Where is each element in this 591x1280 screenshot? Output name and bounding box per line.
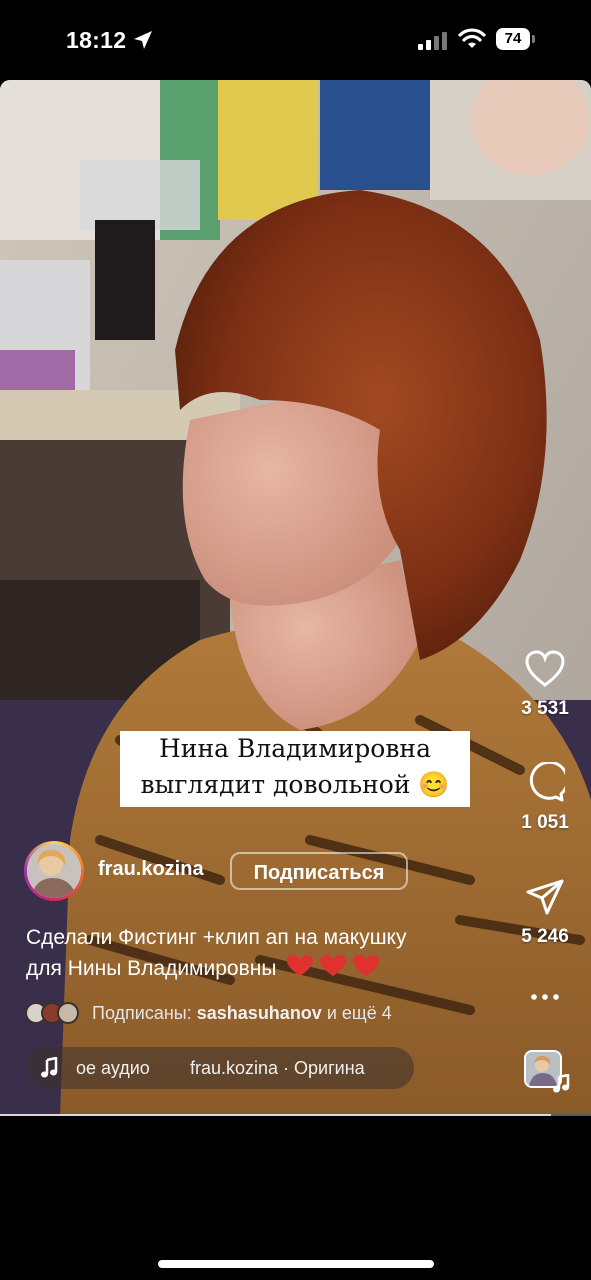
cellular-signal-icon [418, 32, 447, 50]
share-count: 5 246 [521, 926, 569, 947]
avatar-image [27, 844, 81, 898]
battery-cap [532, 35, 535, 43]
battery-icon: 74 [496, 28, 535, 52]
sticker-line-1: Нина Владимировна [159, 734, 431, 763]
caption-line-2-row: для Нины Владимировны [26, 953, 496, 987]
comment-count: 1 051 [521, 812, 569, 833]
followed-by-row[interactable]: Подписаны: sashasuhanov и ещё 4 [26, 1000, 496, 1026]
status-time: 18:12 [66, 27, 127, 53]
video-text-sticker: Нина Владимировна выглядит довольной 😊 [120, 731, 470, 807]
followed-by-user[interactable]: sashasuhanov [197, 1003, 322, 1023]
author-avatar[interactable] [24, 841, 84, 901]
caption-line-1: Сделали Фистинг +клип ап на макушку [26, 926, 407, 949]
audio-pill[interactable]: ое аудио frau.kozina · Оригина [26, 1047, 414, 1089]
heart-emojis [286, 954, 380, 987]
progress-bar-track[interactable] [551, 1114, 591, 1116]
heart-icon [525, 650, 565, 687]
follower-avatars [26, 1002, 79, 1024]
more-icon [531, 994, 559, 1000]
share-button[interactable]: 5 246 [510, 878, 580, 948]
status-bar: 18:12 74 [0, 0, 591, 80]
audio-music-note-icon [553, 1074, 570, 1093]
wifi-icon [458, 28, 486, 48]
author-username[interactable]: frau.kozina [98, 858, 204, 881]
reel-caption[interactable]: Сделали Фистинг +клип ап на макушку для … [26, 922, 496, 987]
battery-level: 74 [496, 28, 530, 50]
followed-by-text: Подписаны: sashasuhanov и ещё 4 [92, 1003, 392, 1024]
audio-title: ое аудио [76, 1058, 150, 1078]
comment-button[interactable]: 1 051 [510, 762, 580, 834]
progress-bar[interactable] [0, 1114, 551, 1116]
share-icon [526, 879, 564, 915]
audio-source: frau.kozina · Оригина [190, 1058, 365, 1078]
caption-line-2: для Нины Владимировны [26, 957, 277, 980]
like-count: 3 531 [521, 698, 569, 719]
like-button[interactable]: 3 531 [510, 650, 580, 720]
comment-icon [529, 762, 565, 802]
avatar-photo [27, 844, 81, 898]
follow-button[interactable]: Подписаться [230, 852, 408, 890]
followed-by-more: и ещё 4 [326, 1003, 392, 1023]
sticker-line-2: выглядит довольной 😊 [140, 770, 450, 799]
followed-by-label: Подписаны: [92, 1003, 192, 1023]
more-button[interactable] [510, 992, 580, 1002]
music-note-icon [41, 1057, 58, 1078]
location-arrow-icon [134, 31, 152, 49]
home-indicator[interactable] [158, 1260, 434, 1268]
